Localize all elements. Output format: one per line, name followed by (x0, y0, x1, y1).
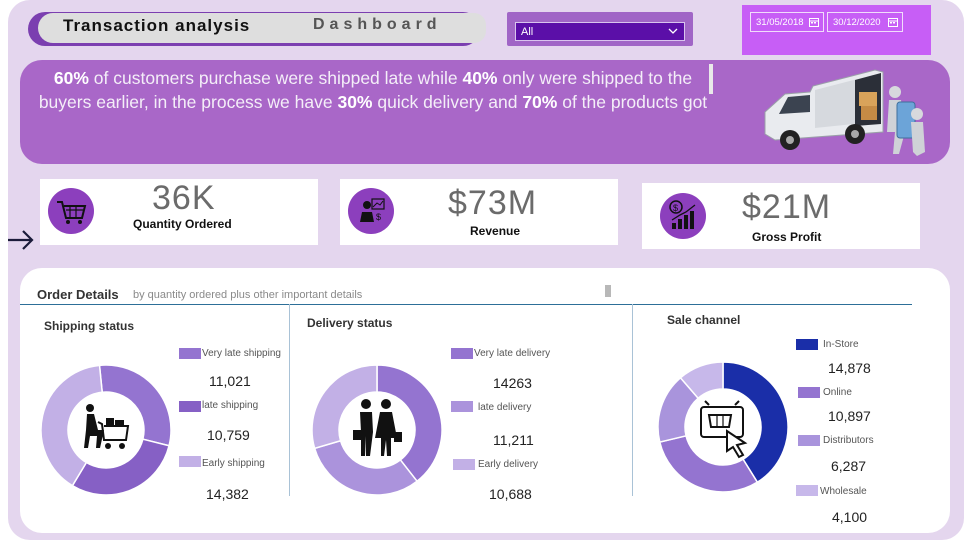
legend-label: Distributors (823, 435, 874, 446)
channel-title: Sale channel (667, 313, 741, 327)
kpi-card-profit: $ $21M Gross Profit (642, 183, 920, 249)
filter-slicer: All (507, 12, 693, 46)
legend-swatch (451, 348, 473, 359)
start-date-value: 31/05/2018 (756, 17, 804, 28)
legend-label: Very late delivery (474, 348, 551, 359)
summary-text: 60% of customers purchase were shipped l… (38, 68, 708, 112)
legend-swatch (451, 401, 473, 412)
chevron-down-icon (668, 28, 678, 34)
filter-dropdown[interactable]: All (515, 22, 685, 41)
analyst-icon: $ (348, 188, 394, 234)
legend-label: Wholesale (820, 486, 867, 497)
profit-chart-icon: $ (660, 193, 706, 239)
delivery-title: Delivery status (307, 316, 393, 330)
legend-label: In-Store (823, 339, 859, 350)
summary-banner: 60% of customers purchase were shipped l… (20, 60, 950, 164)
kpi-label: Gross Profit (752, 230, 822, 244)
legend-swatch (453, 459, 475, 470)
legend-swatch (796, 339, 818, 350)
shipping-donut-chart (40, 364, 172, 496)
calendar-icon (888, 18, 898, 27)
kpi-value: $21M (742, 188, 832, 226)
legend-label: Early delivery (478, 459, 539, 470)
legend-value: 14,878 (828, 360, 871, 376)
channel-donut-chart (657, 361, 789, 493)
quick-share: 30% (337, 92, 373, 112)
kpi-card-revenue: $ $73M Revenue (340, 179, 618, 245)
kpi-card-quantity: 36K Quantity Ordered (40, 179, 318, 245)
legend-value: 4,100 (832, 509, 868, 525)
panel-title: Order Details (37, 287, 119, 302)
legend-value: 14263 (493, 375, 532, 391)
early-share: 40% (462, 68, 498, 88)
kpi-label: Quantity Ordered (133, 217, 232, 231)
legend-swatch (796, 485, 818, 496)
kpi-value: $73M (448, 184, 538, 222)
legend-value: 10,688 (489, 486, 532, 502)
start-date-field[interactable]: 31/05/2018 (750, 12, 824, 32)
late-share: 60% (53, 68, 89, 88)
legend-swatch (798, 435, 820, 446)
legend-label: Online (823, 387, 852, 398)
legend-label: Early shipping (202, 458, 265, 469)
order-details-panel: Order Details by quantity ordered plus o… (20, 268, 950, 533)
section-divider (289, 304, 290, 496)
panel-divider (20, 304, 912, 305)
kpi-value: 36K (152, 179, 216, 217)
calendar-icon (809, 18, 819, 27)
legend-value: 14,382 (206, 486, 249, 502)
legend-swatch (179, 456, 201, 467)
legend-value: 10,897 (828, 408, 871, 424)
page-subtitle: Dashboard (313, 16, 442, 33)
legend-value: 11,211 (493, 432, 534, 448)
resize-handle[interactable] (605, 285, 611, 297)
delivery-donut-chart (311, 364, 443, 496)
legend-value: 10,759 (207, 427, 250, 443)
page-title: Transaction analysis (63, 16, 251, 35)
banner-divider (709, 64, 713, 94)
end-date-value: 30/12/2020 (833, 17, 881, 28)
filter-value: All (521, 26, 534, 38)
legend-value: 6,287 (831, 458, 867, 474)
legend-label: late delivery (478, 402, 532, 413)
legend-label: Very late shipping (202, 348, 281, 359)
end-date-field[interactable]: 30/12/2020 (827, 12, 903, 32)
donut-hole (69, 393, 143, 467)
kpi-label: Revenue (470, 224, 521, 238)
navigation-arrow-icon[interactable] (8, 225, 36, 255)
legend-swatch (179, 348, 201, 359)
shipping-title: Shipping status (44, 319, 134, 333)
dashboard-canvas: Transaction analysis Dashboard All 31/05… (8, 0, 964, 540)
panel-subtitle: by quantity ordered plus other important… (133, 289, 363, 301)
other-share: 70% (522, 92, 558, 112)
date-range-slicer: 31/05/2018 30/12/2020 (742, 5, 931, 55)
legend-swatch (179, 401, 201, 412)
legend-swatch (798, 387, 820, 398)
shopping-cart-icon (48, 188, 94, 234)
legend-value: 11,021 (209, 373, 251, 389)
delivery-van-image (764, 69, 925, 156)
section-divider (632, 304, 633, 496)
svg-text:$: $ (376, 212, 381, 222)
svg-text:$: $ (673, 203, 678, 213)
legend-label: late shipping (202, 400, 259, 411)
